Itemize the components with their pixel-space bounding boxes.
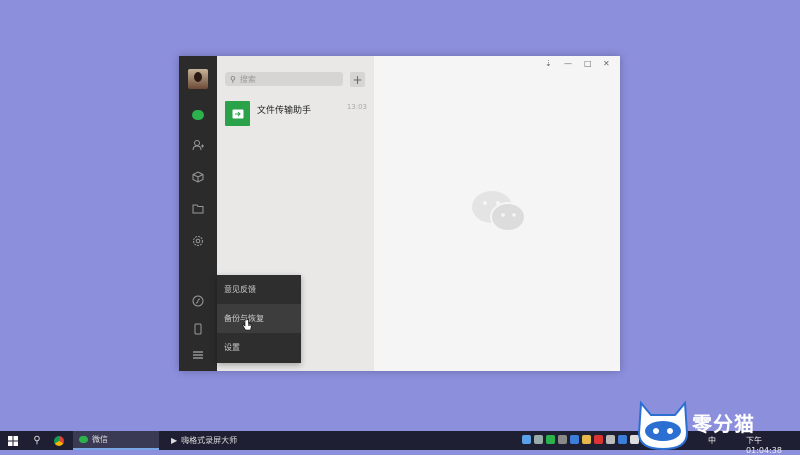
windows-start-icon[interactable] [0,431,26,450]
settings-plugin-icon[interactable] [189,232,207,250]
cat-mascot-logo [637,400,689,450]
search-input[interactable]: ⚲ 搜索 [225,72,343,86]
tray-icon-2[interactable] [534,435,543,444]
close-button[interactable]: ✕ [603,59,610,68]
chat-item-file-transfer[interactable]: 文件传输助手 13:03 [217,94,374,130]
tray-wechat-icon[interactable] [546,435,555,444]
chat-time: 13:03 [346,103,367,111]
menu-item-backup-restore[interactable]: 备份与恢复 [217,304,301,333]
wechat-watermark-icon [472,191,526,232]
taskbar-app-wechat[interactable]: 微信 [73,431,159,450]
pin-button[interactable]: ⇣ [545,59,552,68]
settings-popup-menu: 意见反馈 备份与恢复 设置 [217,275,301,363]
maximize-button[interactable]: □ [584,59,592,68]
wechat-icon [79,436,88,443]
phone-icon[interactable] [189,320,207,338]
miniprogram-icon[interactable] [189,292,207,310]
chat-icon[interactable] [189,106,207,124]
hand-cursor-icon [242,319,252,331]
tray-icon-5[interactable] [570,435,579,444]
chrome-icon[interactable] [48,435,70,446]
video-camera-icon: ▶ [171,436,178,445]
tray-icon-6[interactable] [582,435,591,444]
menu-icon[interactable] [189,346,207,364]
file-transfer-avatar [225,101,250,126]
menu-item-settings[interactable]: 设置 [217,333,301,362]
taskbar-app-label: 微信 [92,435,108,444]
taskbar-app-recorder[interactable]: ▶ 嗨格式录屏大师 [165,431,243,450]
tray-icon-1[interactable] [522,435,531,444]
menu-item-feedback[interactable]: 意见反馈 [217,275,301,304]
search-icon: ⚲ [230,74,236,84]
brand-text: 零分猫 [692,412,755,436]
contacts-icon[interactable] [189,136,207,154]
main-pane: ⇣ — □ ✕ [374,56,620,371]
search-placeholder: 搜索 [239,74,256,84]
chat-name: 文件传输助手 [257,106,312,116]
sidebar [179,56,217,371]
user-avatar[interactable] [188,69,208,89]
taskbar-app-label: 嗨格式录屏大师 [181,436,238,445]
taskbar-search-icon[interactable]: ⚲ [26,435,48,446]
favorites-icon[interactable] [189,168,207,186]
system-tray [522,435,639,444]
tray-bluetooth-icon[interactable] [618,435,627,444]
files-icon[interactable] [189,200,207,218]
add-button[interactable]: + [350,72,365,87]
minimize-button[interactable]: — [564,59,572,68]
tray-recorder-icon[interactable] [594,435,603,444]
tray-icon-4[interactable] [558,435,567,444]
taskbar-clock[interactable]: 下午 01:04:38 [746,435,800,455]
tray-icon-8[interactable] [606,435,615,444]
